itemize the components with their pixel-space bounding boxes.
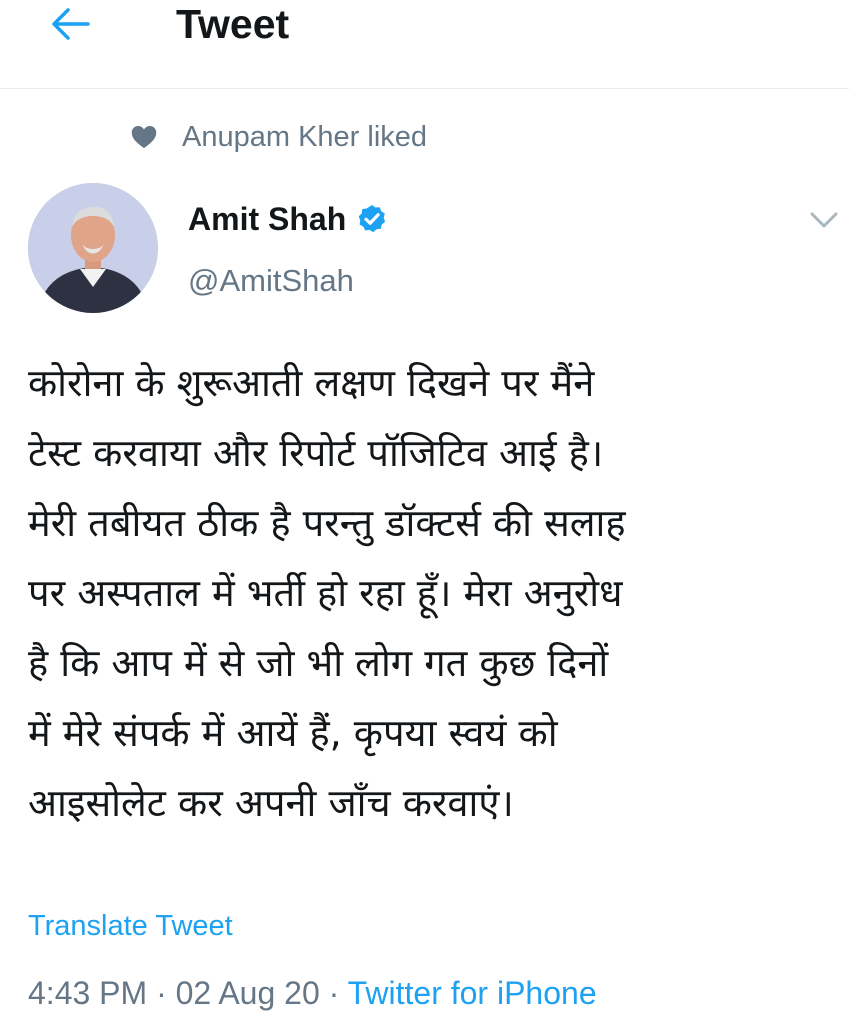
social-context-label: Anupam Kher liked — [182, 120, 428, 153]
top-bar: Tweet — [0, 0, 849, 89]
page-title: Tweet — [176, 1, 290, 47]
chevron-down-icon — [810, 212, 838, 228]
tweet-source-link[interactable]: Twitter for iPhone — [348, 975, 597, 1011]
more-options-button[interactable] — [806, 202, 842, 238]
social-context[interactable]: Anupam Kher liked — [130, 114, 427, 160]
arrow-left-icon — [52, 8, 90, 40]
profile-photo — [28, 183, 158, 313]
author-handle[interactable]: @AmitShah — [188, 258, 354, 304]
tweet-date: 02 Aug 20 — [175, 975, 320, 1011]
author-display-name: Amit Shah — [188, 200, 347, 237]
verified-badge-icon — [358, 205, 386, 233]
tweet-text: कोरोना के शुरूआती लक्षण दिखने पर मैंने ट… — [28, 361, 626, 825]
meta-separator: · — [156, 975, 167, 1011]
translate-tweet-link[interactable]: Translate Tweet — [28, 904, 233, 948]
tweet-meta: 4:43 PM · 02 Aug 20 · Twitter for iPhone — [28, 968, 597, 1018]
back-button[interactable] — [44, 0, 96, 48]
meta-separator: · — [328, 975, 340, 1011]
author-name[interactable]: Amit Shah — [188, 196, 388, 242]
heart-icon — [131, 126, 157, 149]
avatar[interactable] — [28, 183, 158, 313]
tweet-time: 4:43 PM — [28, 975, 148, 1011]
